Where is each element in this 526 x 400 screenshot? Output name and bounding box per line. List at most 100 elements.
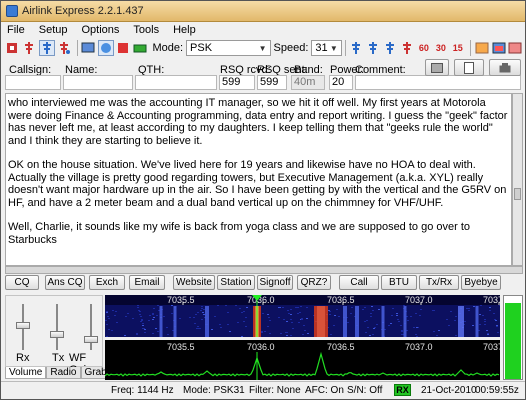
splitter-bar[interactable] <box>5 266 523 274</box>
byebye-button[interactable]: Byebye <box>461 275 501 290</box>
lookup-button[interactable] <box>489 59 521 76</box>
waterfall-noise <box>142 325 144 326</box>
waterfall-noise <box>334 315 336 316</box>
cq-button[interactable]: CQ <box>5 275 39 290</box>
waterfall-noise <box>400 325 402 326</box>
waterfall-signal <box>173 306 177 337</box>
scrollbar-thumb[interactable] <box>514 188 521 200</box>
waterfall-noise <box>489 310 491 311</box>
waterfall-noise <box>235 305 237 306</box>
macro-button-bar: CQ Ans CQ Exch Email Website Station Sig… <box>5 275 523 291</box>
settings-icon[interactable] <box>57 40 72 56</box>
waterfall-display[interactable]: 7035.5 7036.0 7036.5 7037.0 7037.5 <box>105 295 500 337</box>
menu-options[interactable]: Options <box>81 24 119 36</box>
tx-slider-handle[interactable] <box>50 330 64 338</box>
waterfall-noise <box>201 319 203 320</box>
rx-icon[interactable] <box>38 40 55 56</box>
keyboard-icon[interactable] <box>133 40 148 56</box>
afc-icon[interactable] <box>383 40 398 56</box>
tx-icon[interactable] <box>22 40 37 56</box>
save-log-button[interactable] <box>425 59 449 76</box>
freq-15-icon[interactable]: 15 <box>450 40 465 56</box>
power-input[interactable]: 20 <box>329 75 353 90</box>
waterfall-noise <box>286 321 288 322</box>
print-icon[interactable] <box>491 40 506 56</box>
new-qso-button[interactable] <box>454 59 484 76</box>
waterfall-noise <box>214 316 216 317</box>
text-vertical-scrollbar[interactable] <box>512 93 523 266</box>
receive-text-paragraph: Well, Charlie, it sounds like my wife is… <box>8 221 471 246</box>
spectrum-freq-label: 7036.0 <box>247 342 275 352</box>
tx-slider-track[interactable] <box>56 304 58 350</box>
afc-icon[interactable] <box>400 40 415 56</box>
email-button[interactable]: Email <box>129 275 165 290</box>
waterfall-noise <box>494 319 496 320</box>
callsign-input[interactable] <box>5 75 61 90</box>
log-icon[interactable] <box>474 40 489 56</box>
freq-60-icon[interactable]: 60 <box>416 40 431 56</box>
waterfall-noise <box>420 309 422 310</box>
monitor-icon[interactable] <box>81 40 96 56</box>
receive-text-area[interactable]: who interviewed me was the accounting IT… <box>5 93 512 266</box>
band-value: 40m <box>294 76 316 88</box>
exch-button[interactable]: Exch <box>89 275 125 290</box>
call-button[interactable]: Call <box>339 275 379 290</box>
window-icon[interactable] <box>508 40 523 56</box>
receive-text-paragraph: OK on the house situation. We've lived h… <box>8 159 507 209</box>
tx-rx-button[interactable]: Tx/Rx <box>419 275 459 290</box>
speed-select[interactable]: 31 ▼ <box>311 40 342 56</box>
website-button[interactable]: Website <box>173 275 215 290</box>
wf-gain-slider-handle[interactable] <box>84 335 98 343</box>
menu-file[interactable]: File <box>7 24 25 36</box>
record-icon[interactable] <box>97 40 114 56</box>
afc-icon[interactable] <box>366 40 381 56</box>
spectrum-trace <box>105 351 500 377</box>
waterfall-noise <box>261 332 263 333</box>
waterfall-noise <box>286 335 288 336</box>
mode-select[interactable]: PSK ▼ <box>186 40 271 56</box>
afc-icon[interactable] <box>349 40 364 56</box>
menu-help[interactable]: Help <box>173 24 196 36</box>
waterfall-noise <box>362 309 364 310</box>
spectrum-display[interactable]: 7035.5 7036.0 7036.5 7037.0 7037.5 <box>105 340 500 380</box>
waterfall-freq-label: 7037.0 <box>405 295 433 305</box>
waterfall-noise <box>351 307 353 308</box>
waterfall-noise <box>211 329 213 330</box>
rx-slider-label: Rx <box>16 352 30 364</box>
waterfall-noise <box>455 316 457 317</box>
signoff-button[interactable]: Signoff <box>257 275 293 290</box>
comment-input[interactable] <box>355 75 521 90</box>
btu-button[interactable]: BTU <box>381 275 417 290</box>
waterfall-noise <box>295 307 297 308</box>
waterfall-noise <box>132 318 134 319</box>
name-input[interactable] <box>63 75 133 90</box>
waterfall-noise <box>364 321 366 322</box>
menu-setup[interactable]: Setup <box>39 24 68 36</box>
macro-icon[interactable] <box>5 40 20 56</box>
waterfall-noise <box>298 322 300 323</box>
tx-slider-label: Tx <box>52 352 65 364</box>
waterfall-noise <box>369 335 371 336</box>
rx-slider-handle[interactable] <box>16 321 30 329</box>
mode-label: Mode: <box>152 42 184 54</box>
tab-radio[interactable]: Radio <box>46 367 81 379</box>
menu-tools[interactable]: Tools <box>133 24 159 36</box>
rsq-rcvd-input[interactable]: 599 <box>219 75 255 90</box>
tab-volume[interactable]: Volume <box>5 367 47 379</box>
waterfall-noise <box>291 322 293 323</box>
qrz-button[interactable]: QRZ? <box>297 275 331 290</box>
wf-gain-slider-track[interactable] <box>90 304 92 350</box>
station-button[interactable]: Station <box>217 275 255 290</box>
band-select[interactable]: 40m▼ <box>291 75 325 99</box>
waterfall-noise <box>139 311 141 312</box>
rsq-sent-input[interactable]: 599 <box>257 75 287 90</box>
chevron-down-icon: ▼ <box>258 43 267 53</box>
stop-icon[interactable] <box>116 40 131 56</box>
qth-input[interactable] <box>135 75 217 90</box>
waterfall-noise <box>202 312 204 313</box>
waterfall-noise <box>446 319 448 320</box>
waterfall-noise <box>283 319 285 320</box>
freq-30-icon[interactable]: 30 <box>433 40 448 56</box>
waterfall-noise <box>136 333 138 334</box>
ans-cq-button[interactable]: Ans CQ <box>45 275 85 290</box>
